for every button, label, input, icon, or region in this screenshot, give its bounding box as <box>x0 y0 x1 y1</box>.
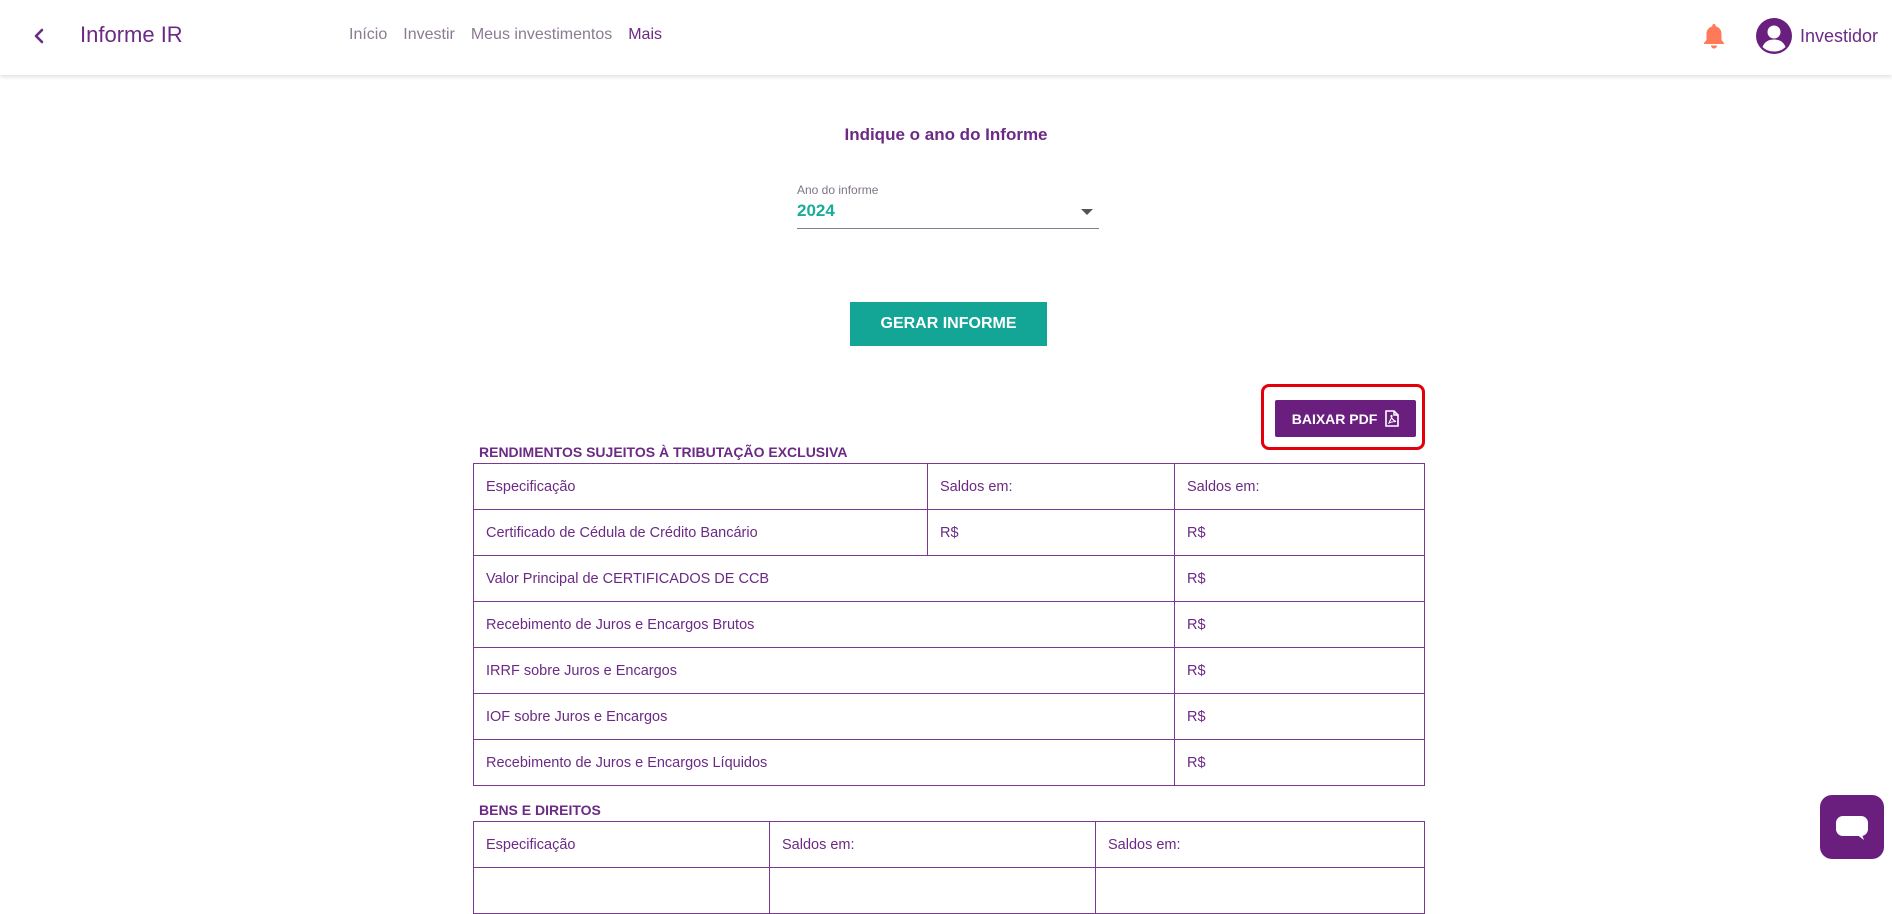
page-title: Informe IR <box>80 22 183 47</box>
table-row: Valor Principal de CERTIFICADOS DE CCB R… <box>473 555 1425 602</box>
table-cell <box>769 867 1096 914</box>
back-arrow-icon[interactable] <box>28 25 50 47</box>
table-row <box>473 867 1425 914</box>
table-header-row: Especificação Saldos em: Saldos em: <box>473 463 1425 510</box>
download-pdf-button[interactable]: BAIXAR PDF <box>1275 400 1416 437</box>
table-cell: R$ <box>927 509 1175 556</box>
chat-button[interactable] <box>1820 795 1884 859</box>
generate-report-button[interactable]: GERAR INFORME <box>850 302 1047 346</box>
user-avatar-icon <box>1756 18 1792 54</box>
bens-direitos-table: Especificação Saldos em: Saldos em: <box>473 821 1425 914</box>
table-row: Recebimento de Juros e Encargos Líquidos… <box>473 739 1425 786</box>
table-cell: Especificação <box>473 821 770 868</box>
table-row: IOF sobre Juros e Encargos R$ <box>473 693 1425 740</box>
year-select[interactable]: Ano do informe 2024 <box>797 183 1099 229</box>
table-row: Recebimento de Juros e Encargos Brutos R… <box>473 601 1425 648</box>
chat-bubble-icon <box>1836 816 1868 840</box>
table-cell: R$ <box>1174 739 1425 786</box>
nav-item-mais[interactable]: Mais <box>628 26 662 44</box>
user-name: Investidor <box>1800 25 1879 46</box>
nav-item-inicio[interactable]: Início <box>349 26 387 44</box>
table-cell: R$ <box>1174 601 1425 648</box>
table-cell: Saldos em: <box>1095 821 1425 868</box>
dropdown-arrow-icon <box>1081 209 1093 215</box>
table-cell <box>473 867 770 914</box>
table-cell: Saldos em: <box>769 821 1096 868</box>
table-cell: IOF sobre Juros e Encargos <box>473 693 1175 740</box>
table-cell: Saldos em: <box>927 463 1175 510</box>
rendimentos-table: Especificação Saldos em: Saldos em: Cert… <box>473 463 1425 786</box>
table-cell: IRRF sobre Juros e Encargos <box>473 647 1175 694</box>
pdf-file-icon <box>1385 410 1400 427</box>
year-heading: Indique o ano do Informe <box>844 125 1048 144</box>
table-cell: Recebimento de Juros e Encargos Brutos <box>473 601 1175 648</box>
nav-item-meus-investimentos[interactable]: Meus investimentos <box>471 26 612 44</box>
user-menu[interactable]: Investidor <box>1756 18 1878 54</box>
table-cell: Especificação <box>473 463 928 510</box>
download-pdf-label: BAIXAR PDF <box>1291 410 1378 427</box>
year-select-value: 2024 <box>797 201 835 220</box>
table-cell: Certificado de Cédula de Crédito Bancári… <box>473 509 928 556</box>
table-cell: R$ <box>1174 647 1425 694</box>
table-cell: Valor Principal de CERTIFICADOS DE CCB <box>473 555 1175 602</box>
top-header: Informe IR Início Investir Meus investim… <box>0 0 1892 75</box>
table-header-row: Especificação Saldos em: Saldos em: <box>473 821 1425 868</box>
table-cell: R$ <box>1174 509 1425 556</box>
table-cell: Saldos em: <box>1174 463 1425 510</box>
table-cell: R$ <box>1174 693 1425 740</box>
year-select-label: Ano do informe <box>797 183 879 197</box>
notification-bell-icon[interactable] <box>1701 22 1727 50</box>
table-cell: R$ <box>1174 555 1425 602</box>
table-cell: Recebimento de Juros e Encargos Líquidos <box>473 739 1175 786</box>
section-title-rendimentos: RENDIMENTOS SUJEITOS À TRIBUTAÇÃO EXCLUS… <box>479 444 848 460</box>
table-row: IRRF sobre Juros e Encargos R$ <box>473 647 1425 694</box>
table-row: Certificado de Cédula de Crédito Bancári… <box>473 509 1425 556</box>
table-cell <box>1095 867 1425 914</box>
main-nav: Início Investir Meus investimentos Mais <box>349 26 662 44</box>
nav-item-investir[interactable]: Investir <box>403 26 455 44</box>
section-title-bens-direitos: BENS E DIREITOS <box>479 802 601 818</box>
